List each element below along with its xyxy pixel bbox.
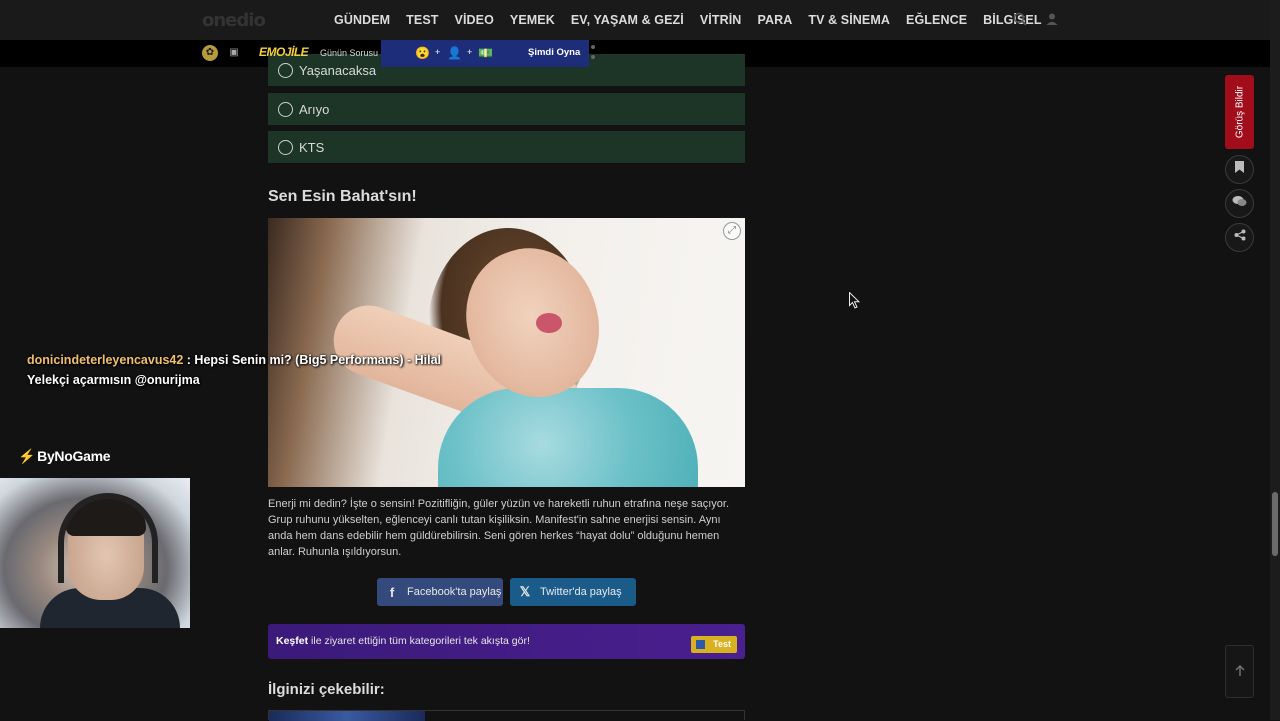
person-emoji-icon: 👤 — [447, 46, 462, 60]
nav-item-video[interactable]: VİDEO — [455, 13, 494, 27]
site-logo[interactable]: onedio — [202, 10, 266, 31]
facebook-share-label: Facebook'ta paylaş — [407, 586, 502, 598]
comments-icon[interactable] — [1225, 189, 1254, 218]
quiz-option-label: Yaşanacaksa — [299, 62, 377, 78]
nav-item-ev-yasam-gezi[interactable]: EV, YAŞAM & GEZİ — [571, 13, 684, 27]
x-icon: 𝕏 — [519, 584, 531, 599]
nav-item-tv-sinema[interactable]: TV & SİNEMA — [808, 13, 890, 27]
bynogame-logo: ⚡ ByNoGame — [18, 448, 111, 464]
quiz-option[interactable]: Arıyo — [268, 93, 745, 125]
twitter-share-button[interactable]: 𝕏 Twitter'da paylaş — [510, 578, 636, 606]
money-emoji-icon: 💵 — [478, 46, 493, 60]
nav-item-yemek[interactable]: YEMEK — [510, 13, 555, 27]
bynogame-mark-icon: ⚡ — [18, 448, 36, 464]
scroll-to-top-button[interactable] — [1225, 645, 1254, 698]
play-now-button[interactable]: Şimdi Oyna — [528, 47, 580, 58]
apps-icon[interactable]: ✿ — [202, 45, 218, 61]
face-emoji-icon: 😮 — [415, 46, 430, 60]
radio-icon[interactable] — [278, 101, 293, 117]
facebook-icon: f — [389, 584, 395, 600]
result-description: Enerji mi dedin? İşte o sensin! Pozitifl… — [268, 498, 730, 558]
more-dots-icon[interactable] — [591, 45, 595, 63]
webcam-overlay — [0, 478, 190, 628]
share-icon[interactable] — [1225, 223, 1254, 252]
kesfet-text: Keşfet ile ziyaret ettiğin tüm kategoril… — [276, 635, 530, 647]
mouse-cursor-icon — [849, 291, 861, 309]
chat-username: donicindeterleyencavus42 — [27, 353, 184, 367]
nav-item-gundem[interactable]: GÜNDEM — [334, 13, 390, 27]
facebook-share-button[interactable]: f Facebook'ta paylaş — [377, 578, 503, 606]
kesfet-test-badge: Test — [691, 636, 737, 653]
search-icon[interactable] — [1012, 12, 1028, 28]
user-icon[interactable] — [1044, 12, 1060, 28]
expand-icon[interactable]: ⤢ — [723, 222, 741, 240]
twitter-share-label: Twitter'da paylaş — [540, 586, 622, 598]
page-scrollbar[interactable] — [1270, 0, 1280, 720]
nav-item-test[interactable]: TEST — [406, 13, 438, 27]
result-title: Sen Esin Bahat'sın! — [268, 188, 417, 205]
quiz-option-label: Arıyo — [299, 101, 330, 117]
news-icon[interactable]: ▣ — [226, 45, 242, 61]
emojile-logo[interactable]: EMOJİLE — [259, 45, 309, 59]
nav-menu: GÜNDEM TEST VİDEO YEMEK EV, YAŞAM & GEZİ… — [334, 0, 1058, 40]
feedback-button[interactable]: Görüş Bildir — [1225, 75, 1254, 149]
quiz-option-label: KTS — [299, 139, 325, 155]
radio-icon[interactable] — [278, 139, 293, 155]
kesfet-banner[interactable]: Keşfet ile ziyaret ettiğin tüm kategoril… — [268, 624, 745, 659]
quiz-option[interactable]: KTS — [268, 131, 745, 163]
nav-item-para[interactable]: PARA — [757, 13, 792, 27]
related-card[interactable] — [268, 710, 745, 721]
plus-sign: + — [467, 47, 473, 57]
radio-icon[interactable] — [278, 62, 293, 78]
plus-sign: + — [435, 47, 441, 57]
bookmark-icon[interactable] — [1225, 155, 1254, 184]
nav-item-eglence[interactable]: EĞLENCE — [906, 13, 967, 27]
stream-chat-message: donicindeterleyencavus42 : Hepsi Senin m… — [27, 350, 447, 390]
scrollbar-thumb[interactable] — [1272, 492, 1278, 556]
gunun-sorusu-label: Günün Sorusu — [320, 48, 379, 58]
related-title: İlginizi çekebilir: — [268, 681, 385, 698]
nav-item-vitrin[interactable]: VİTRİN — [700, 13, 742, 27]
